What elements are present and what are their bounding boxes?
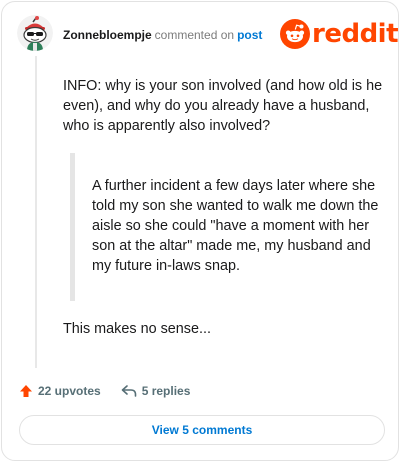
comment-actions: 22 upvotes 5 replies (19, 381, 190, 401)
quote-bar (70, 153, 75, 301)
user-avatar[interactable] (17, 15, 53, 51)
upvote-button[interactable]: 22 upvotes (19, 384, 101, 398)
comment-header: Zonnebloempje commented on post (63, 27, 262, 43)
reddit-logo[interactable]: reddit (280, 19, 399, 49)
post-link[interactable]: post (237, 28, 262, 42)
snoo-avatar-icon (17, 15, 53, 51)
view-comments-button[interactable]: View 5 comments (19, 415, 385, 445)
comment-card: Zonnebloempje commented on post reddit INF… (1, 1, 399, 461)
reply-count: 5 replies (141, 384, 191, 398)
upvote-arrow-icon (20, 385, 32, 397)
reddit-wordmark: reddit (312, 19, 399, 49)
thread-line (35, 56, 37, 368)
reddit-alien-icon (280, 19, 310, 49)
commented-label: commented on (154, 28, 235, 42)
quoted-text: A further incident a few days later wher… (92, 178, 379, 274)
comment-body: INFO: why is your son involved (and how … (63, 78, 383, 134)
username-link[interactable]: Zonnebloempje (63, 28, 152, 42)
reply-arrow-icon (121, 385, 137, 397)
replies-button[interactable]: 5 replies (121, 384, 191, 398)
comment-closing: This makes no sense... (63, 321, 211, 337)
upvote-count: 22 upvotes (38, 384, 101, 398)
